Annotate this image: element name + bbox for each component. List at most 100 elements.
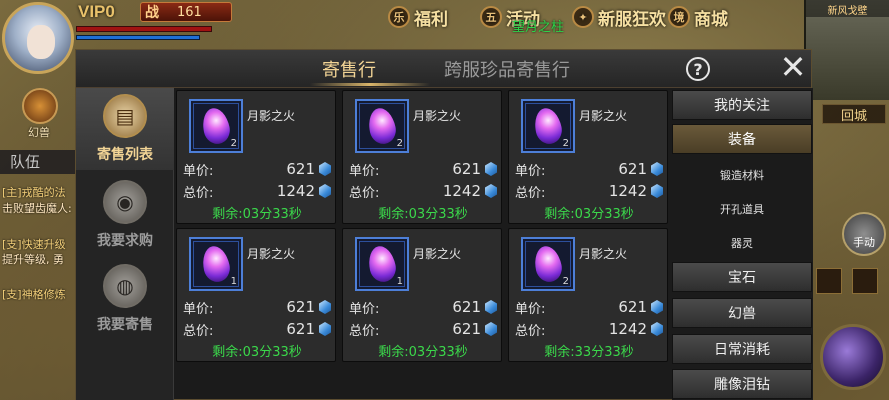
return-city-button[interactable]: 回城: [822, 104, 886, 124]
diamond-icon: [319, 322, 331, 336]
total-price: 621: [452, 320, 481, 338]
item-count: 1: [230, 276, 237, 287]
item-count: 1: [396, 276, 403, 287]
close-icon[interactable]: ✕: [776, 50, 810, 84]
unit-price: 621: [618, 160, 647, 178]
moon-flame-icon: [199, 243, 233, 285]
nav-equipment[interactable]: 装备: [672, 124, 812, 154]
nav-pets[interactable]: 幻兽: [672, 298, 812, 328]
total-price-label: 总价:: [183, 185, 214, 201]
item-name: 月影之火: [579, 247, 628, 261]
chat-line: 击败望齿魔人:: [2, 202, 72, 215]
panel-sidebar: ▤ 寄售列表 ◉ 我要求购 ◍ 我要寄售: [76, 88, 174, 400]
moon-flame-icon: [365, 105, 399, 147]
nav-statue-tears[interactable]: 雕像泪钻: [672, 369, 812, 399]
moon-flame-icon: [199, 105, 233, 147]
diamond-icon: [319, 184, 331, 198]
menu-label: 商城: [694, 9, 728, 30]
total-price-label: 总价:: [349, 185, 380, 201]
diamond-icon: [485, 162, 497, 176]
item-slot[interactable]: 1: [355, 237, 409, 291]
item-slot[interactable]: 2: [521, 99, 575, 153]
item-slot[interactable]: 2: [189, 99, 243, 153]
power-value: 161: [177, 4, 202, 20]
total-price: 1242: [276, 182, 315, 200]
item-name: 月影之火: [247, 247, 296, 261]
time-remaining: 剩余:03分33秒: [378, 207, 468, 222]
minimap[interactable]: 新风戈壁: [804, 0, 889, 100]
vip-level[interactable]: VIP0: [78, 2, 115, 22]
item-name: 月影之火: [413, 109, 462, 123]
nav-weapon-spirit[interactable]: 器灵: [672, 226, 812, 260]
sidebar-item-label: 寄售列表: [97, 147, 153, 163]
menu-new-server[interactable]: ✦ 新服狂欢: [572, 2, 666, 32]
menu-shop[interactable]: 境 商城: [668, 2, 728, 32]
listing-card[interactable]: 1 月影之火 单价: 621 总价: 621 剩余:03分33秒: [176, 228, 336, 362]
time-remaining: 剩余:03分33秒: [544, 207, 634, 222]
auto-toggle-button[interactable]: 手动: [842, 212, 886, 256]
hp-bar: [76, 26, 212, 32]
skill-button[interactable]: [820, 324, 886, 390]
quick-slot[interactable]: [816, 268, 842, 294]
nav-my-watchlist[interactable]: 我的关注: [672, 90, 812, 120]
welfare-badge-icon: 乐: [388, 6, 410, 28]
player-avatar[interactable]: [2, 2, 74, 74]
location-text: 望月之柱: [512, 20, 565, 35]
total-price: 1242: [608, 320, 647, 338]
sidebar-item-list[interactable]: ▤ 寄售列表: [76, 88, 174, 170]
time-remaining: 剩余:33分33秒: [544, 345, 634, 360]
total-price-label: 总价:: [515, 323, 546, 339]
sidebar-item-label: 我要寄售: [97, 317, 153, 333]
moon-flame-icon: [365, 243, 399, 285]
listing-card[interactable]: 2 月影之火 单价: 621 总价: 1242 剩余:03分33秒: [508, 90, 668, 224]
total-price: 1242: [608, 182, 647, 200]
nav-daily-consumables[interactable]: 日常消耗: [672, 334, 812, 364]
activity-badge-icon: 五: [480, 6, 502, 28]
unit-price: 621: [618, 298, 647, 316]
tab-consignment[interactable]: 寄售行: [322, 56, 376, 82]
menu-label: 新服狂欢: [598, 9, 666, 30]
listing-card[interactable]: 2 月影之火 单价: 621 总价: 1242 剩余:03分33秒: [342, 90, 502, 224]
mp-bar: [76, 35, 200, 40]
time-remaining: 剩余:03分33秒: [212, 345, 302, 360]
unit-price-label: 单价:: [349, 163, 380, 179]
total-price: 621: [286, 320, 315, 338]
help-icon[interactable]: ?: [686, 57, 710, 81]
menu-welfare[interactable]: 乐 福利: [388, 2, 448, 32]
sidebar-item-sell[interactable]: ◍ 我要寄售: [76, 258, 174, 340]
unit-price-label: 单价:: [183, 301, 214, 317]
unit-price: 621: [452, 160, 481, 178]
item-name: 月影之火: [413, 247, 462, 261]
nav-forging-materials[interactable]: 锻造材料: [672, 158, 812, 192]
diamond-icon: [319, 300, 331, 314]
sidebar-item-buy-request[interactable]: ◉ 我要求购: [76, 174, 174, 256]
quick-slot[interactable]: [852, 268, 878, 294]
item-slot[interactable]: 1: [189, 237, 243, 291]
moon-flame-icon: [531, 243, 565, 285]
diamond-icon: [485, 322, 497, 336]
menu-label: 福利: [414, 9, 448, 30]
pet-label: 幻兽: [28, 126, 50, 139]
diamond-icon: [319, 162, 331, 176]
item-slot[interactable]: 2: [355, 99, 409, 153]
category-nav: 我的关注 装备 锻造材料 开孔道具 器灵 宝石 幻兽 日常消耗 雕像泪钻: [672, 88, 813, 400]
nav-socket-items[interactable]: 开孔道具: [672, 192, 812, 226]
item-count: 2: [230, 138, 237, 149]
minimap-title: 新风戈壁: [806, 0, 889, 17]
listing-card[interactable]: 1 月影之火 单价: 621 总价: 621 剩余:03分33秒: [342, 228, 502, 362]
total-price-label: 总价:: [349, 323, 380, 339]
listing-card[interactable]: 2 月影之火 单价: 621 总价: 1242 剩余:03分33秒: [176, 90, 336, 224]
time-remaining: 剩余:03分33秒: [378, 345, 468, 360]
combat-power: 战 161: [140, 2, 232, 22]
nav-gems[interactable]: 宝石: [672, 262, 812, 292]
unit-price-label: 单价:: [515, 163, 546, 179]
avatar-face: [27, 25, 55, 59]
diamond-icon: [485, 300, 497, 314]
pet-icon[interactable]: [22, 88, 58, 124]
item-slot[interactable]: 2: [521, 237, 575, 291]
consignment-panel: 寄售行 跨服珍品寄售行 ? ✕ ▤ 寄售列表 ◉ 我要求购 ◍ 我要寄售 2 月…: [75, 49, 813, 400]
tab-cross-server[interactable]: 跨服珍品寄售行: [444, 56, 570, 82]
team-tab[interactable]: 队伍: [0, 150, 78, 174]
item-name: 月影之火: [579, 109, 628, 123]
listing-card[interactable]: 2 月影之火 单价: 621 总价: 1242 剩余:33分33秒: [508, 228, 668, 362]
